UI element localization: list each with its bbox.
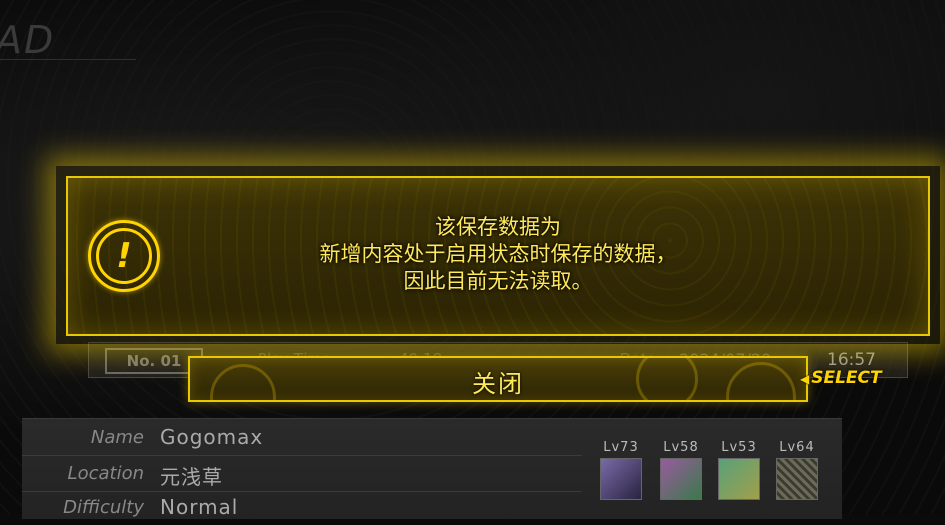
dialog-message-line: 该保存数据为 — [435, 215, 561, 239]
select-hint-label: SELECT — [811, 368, 882, 388]
close-button[interactable]: 关闭 — [188, 356, 808, 402]
arrow-left-icon: ◀ — [800, 372, 810, 386]
warning-dialog: ! 该保存数据为 新增内容处于启用状态时保存的数据， 因此目前无法读取。 — [66, 176, 930, 336]
detail-label: Name — [90, 427, 144, 448]
member-level: Lv64 — [779, 440, 815, 455]
title-divider — [0, 59, 136, 60]
detail-row-name: Name Gogomax — [22, 423, 582, 456]
detail-value: Gogomax — [160, 425, 264, 449]
exclamation-icon: ! — [96, 228, 152, 284]
dialog-message-line: 新增内容处于启用状态时保存的数据， — [319, 242, 677, 266]
screen-title: AD — [0, 18, 56, 62]
member-level: Lv53 — [721, 440, 757, 455]
alert-icon: ! — [88, 220, 160, 292]
select-hint: ◀ SELECT — [800, 368, 882, 388]
party-member: Lv64 — [774, 440, 820, 500]
dialog-message: 该保存数据为 新增内容处于启用状态时保存的数据， 因此目前无法读取。 — [178, 214, 818, 295]
member-portrait — [660, 458, 702, 500]
member-portrait — [600, 458, 642, 500]
detail-row-difficulty: Difficulty Normal — [22, 493, 582, 525]
close-button-label: 关闭 — [472, 370, 524, 398]
member-portrait — [776, 458, 818, 500]
party-member: Lv58 — [658, 440, 704, 500]
member-level: Lv58 — [663, 440, 699, 455]
member-portrait — [718, 458, 760, 500]
dialog-message-line: 因此目前无法读取。 — [403, 269, 593, 293]
party-member: Lv73 — [598, 440, 644, 500]
party-members: Lv73 Lv58 Lv53 Lv64 — [578, 440, 818, 520]
member-level: Lv73 — [603, 440, 639, 455]
detail-value: Normal — [160, 495, 239, 519]
detail-label: Location — [67, 463, 144, 484]
time-value: 16:57 — [827, 350, 876, 370]
detail-value: 元浅草 — [160, 465, 223, 489]
party-member: Lv53 — [716, 440, 762, 500]
detail-row-location: Location 元浅草 — [22, 459, 582, 492]
